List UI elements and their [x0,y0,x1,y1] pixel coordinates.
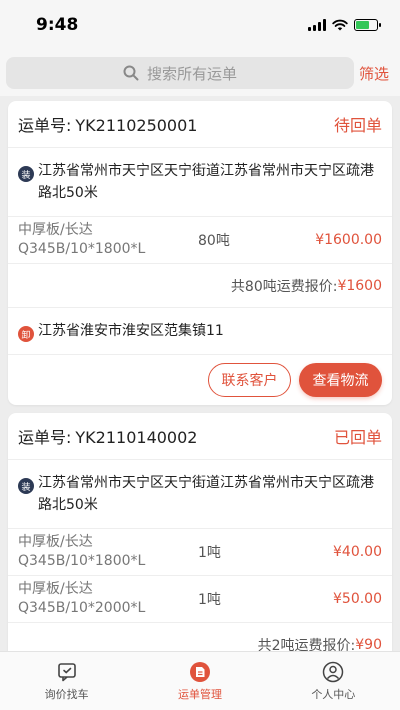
goods-price: ¥40.00 [333,544,382,560]
document-icon [189,661,211,683]
search-input[interactable]: 搜索所有运单 [6,57,354,89]
goods-name-line1: 中厚板/长达 [18,581,93,597]
order-header: 运单号: YK2110140002 已回单 [8,413,392,460]
search-icon [123,65,139,81]
goods-row: 中厚板/长达 Q345B/10*1800*L 80吨 ¥1600.00 [8,217,392,264]
goods-name: 中厚板/长达 Q345B/10*1800*L [18,533,198,571]
load-address: 装 江苏省常州市天宁区天宁街道江苏省常州市天宁区疏港路北50米 [8,460,392,529]
unload-badge-icon: 卸 [18,326,34,342]
search-placeholder: 搜索所有运单 [146,64,237,83]
order-card[interactable]: 运单号: YK2110250001 待回单 装 江苏省常州市天宁区天宁街道江苏省常… [8,101,392,405]
status-bar: 9:48 [0,0,400,50]
status-icons [308,19,381,31]
message-icon [56,661,78,683]
filter-button[interactable]: 筛选 [354,63,394,84]
goods-row: 中厚板/长达 Q345B/10*2000*L 1吨 ¥50.00 [8,576,392,623]
order-list: 运单号: YK2110250001 待回单 装 江苏省常州市天宁区天宁街道江苏省常… [0,96,400,651]
goods-name-line1: 中厚板/长达 [18,534,93,550]
goods-name-line2: Q345B/10*1800*L [18,241,146,257]
goods-name: 中厚板/长达 Q345B/10*2000*L [18,580,198,618]
waybill-value: YK2110250001 [75,116,198,135]
tab-label: 个人中心 [311,687,356,701]
order-actions: 联系客户 查看物流 [8,355,392,405]
goods-row: 中厚板/长达 Q345B/10*1800*L 1吨 ¥40.00 [8,529,392,576]
status-time: 9:48 [36,15,79,35]
signal-icon [308,19,326,31]
freight-summary-label: 共80吨运费报价: [230,278,338,295]
freight-summary-label: 共2吨运费报价: [257,637,356,652]
freight-summary-amount: ¥1600 [337,277,382,294]
freight-summary-amount: ¥90 [355,636,382,652]
load-address-text: 江苏省常州市天宁区天宁街道江苏省常州市天宁区疏港路北50米 [38,475,374,513]
tab-profile[interactable]: 个人中心 [267,652,400,710]
goods-quantity: 1吨 [198,545,221,561]
goods-name-line1: 中厚板/长达 [18,222,93,238]
waybill-number: 运单号: YK2110250001 [18,112,197,136]
waybill-label: 运单号: [18,428,72,447]
wifi-icon [332,19,348,31]
goods-quantity: 80吨 [198,233,230,249]
freight-summary: 共80吨运费报价: ¥1600 [8,264,392,308]
load-address-text: 江苏省常州市天宁区天宁街道江苏省常州市天宁区疏港路北50米 [38,163,374,201]
waybill-label: 运单号: [18,116,72,135]
tab-waybill-management[interactable]: 运单管理 [133,652,266,710]
freight-summary: 共2吨运费报价: ¥90 [8,623,392,652]
goods-price: ¥1600.00 [315,232,382,248]
contact-customer-button[interactable]: 联系客户 [208,363,291,397]
order-status: 已回单 [333,428,382,447]
goods-name-line2: Q345B/10*2000*L [18,600,146,616]
goods-price: ¥50.00 [333,591,382,607]
waybill-number: 运单号: YK2110140002 [18,424,197,448]
user-icon [322,661,344,683]
waybill-value: YK2110140002 [75,428,198,447]
load-badge-icon: 装 [18,478,34,494]
load-badge-icon: 装 [18,166,34,182]
search-row: 搜索所有运单 筛选 [0,50,400,96]
order-header: 运单号: YK2110250001 待回单 [8,101,392,148]
bottom-tab-bar: 询价找车 运单管理 个人中心 [0,651,400,710]
order-card[interactable]: 运单号: YK2110140002 已回单 装 江苏省常州市天宁区天宁街道江苏省常… [8,413,392,651]
tab-label: 运单管理 [177,687,222,701]
tab-label: 询价找车 [44,687,89,701]
view-logistics-button[interactable]: 查看物流 [299,363,382,397]
unload-address-text: 江苏省淮安市淮安区范集镇11 [38,323,224,339]
tab-inquiry[interactable]: 询价找车 [0,652,133,710]
order-status: 待回单 [333,116,382,135]
load-address: 装 江苏省常州市天宁区天宁街道江苏省常州市天宁区疏港路北50米 [8,148,392,217]
unload-address: 卸 江苏省淮安市淮安区范集镇11 [8,308,392,355]
goods-quantity: 1吨 [198,592,221,608]
goods-name: 中厚板/长达 Q345B/10*1800*L [18,221,198,259]
goods-name-line2: Q345B/10*1800*L [18,553,146,569]
battery-icon [354,19,381,31]
